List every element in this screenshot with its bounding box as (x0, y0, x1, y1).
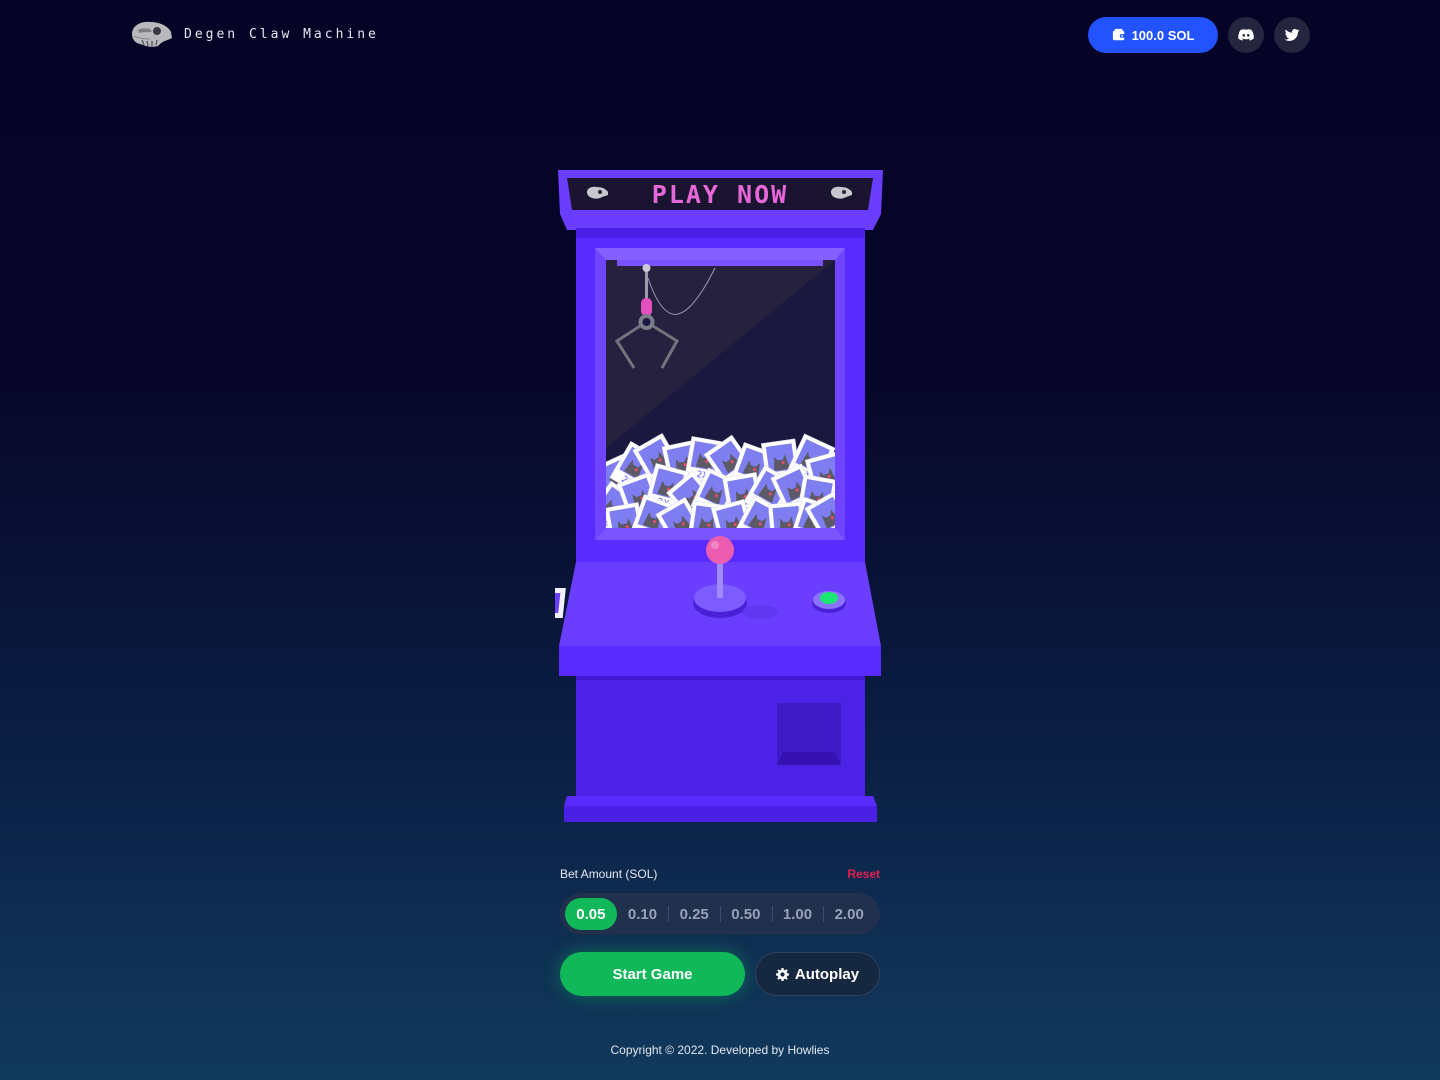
wallet-icon (1112, 28, 1125, 41)
discord-icon (1238, 29, 1254, 41)
gear-icon (775, 967, 789, 981)
marquee-text: PLAY NOW (652, 180, 788, 209)
bet-option[interactable]: 1.00 (771, 898, 824, 930)
discord-button[interactable] (1228, 17, 1264, 53)
reset-link[interactable]: Reset (847, 867, 880, 881)
brand[interactable]: Degen Claw Machine (128, 16, 379, 52)
prize-door (777, 703, 841, 765)
header: Degen Claw Machine 100.0 SOL (0, 0, 1440, 70)
bet-section: Bet Amount (SOL) Reset 0.05 0.10 0.25 0.50 1… (560, 866, 880, 935)
start-game-button[interactable]: Start Game (560, 952, 745, 996)
twitter-button[interactable] (1274, 17, 1310, 53)
claw-machine: PLAY NOW 2X2X2X2X2X2X2X2X2X2X2X2X2X2X2X2… (555, 170, 883, 822)
bet-option[interactable]: 0.10 (617, 898, 669, 930)
bet-header: Bet Amount (SOL) Reset (560, 866, 880, 882)
wallet-balance: 100.0 SOL (1131, 27, 1195, 43)
brand-name: Degen Claw Machine (184, 26, 379, 42)
bet-amount-selector: 0.05 0.10 0.25 0.50 1.00 2.00 (560, 893, 880, 935)
start-light-button[interactable] (812, 591, 846, 613)
bet-option[interactable]: 0.25 (668, 898, 720, 930)
action-buttons: Start Game Autoplay (560, 952, 880, 996)
marquee: PLAY NOW (558, 170, 883, 230)
twitter-icon (1284, 29, 1300, 41)
wallet-balance-button[interactable]: 100.0 SOL (1088, 17, 1218, 53)
bet-option[interactable]: 2.00 (823, 898, 875, 930)
coin-slot (555, 588, 566, 618)
footer-copyright: Copyright © 2022. Developed by Howlies (610, 1043, 830, 1057)
autoplay-label: Autoplay (794, 965, 860, 983)
skull-icon (132, 21, 172, 47)
bet-amount-label: Bet Amount (SOL) (560, 867, 658, 881)
bet-option[interactable]: 0.50 (720, 898, 772, 930)
autoplay-button[interactable]: Autoplay (755, 952, 880, 996)
bet-option[interactable]: 0.05 (565, 898, 617, 930)
